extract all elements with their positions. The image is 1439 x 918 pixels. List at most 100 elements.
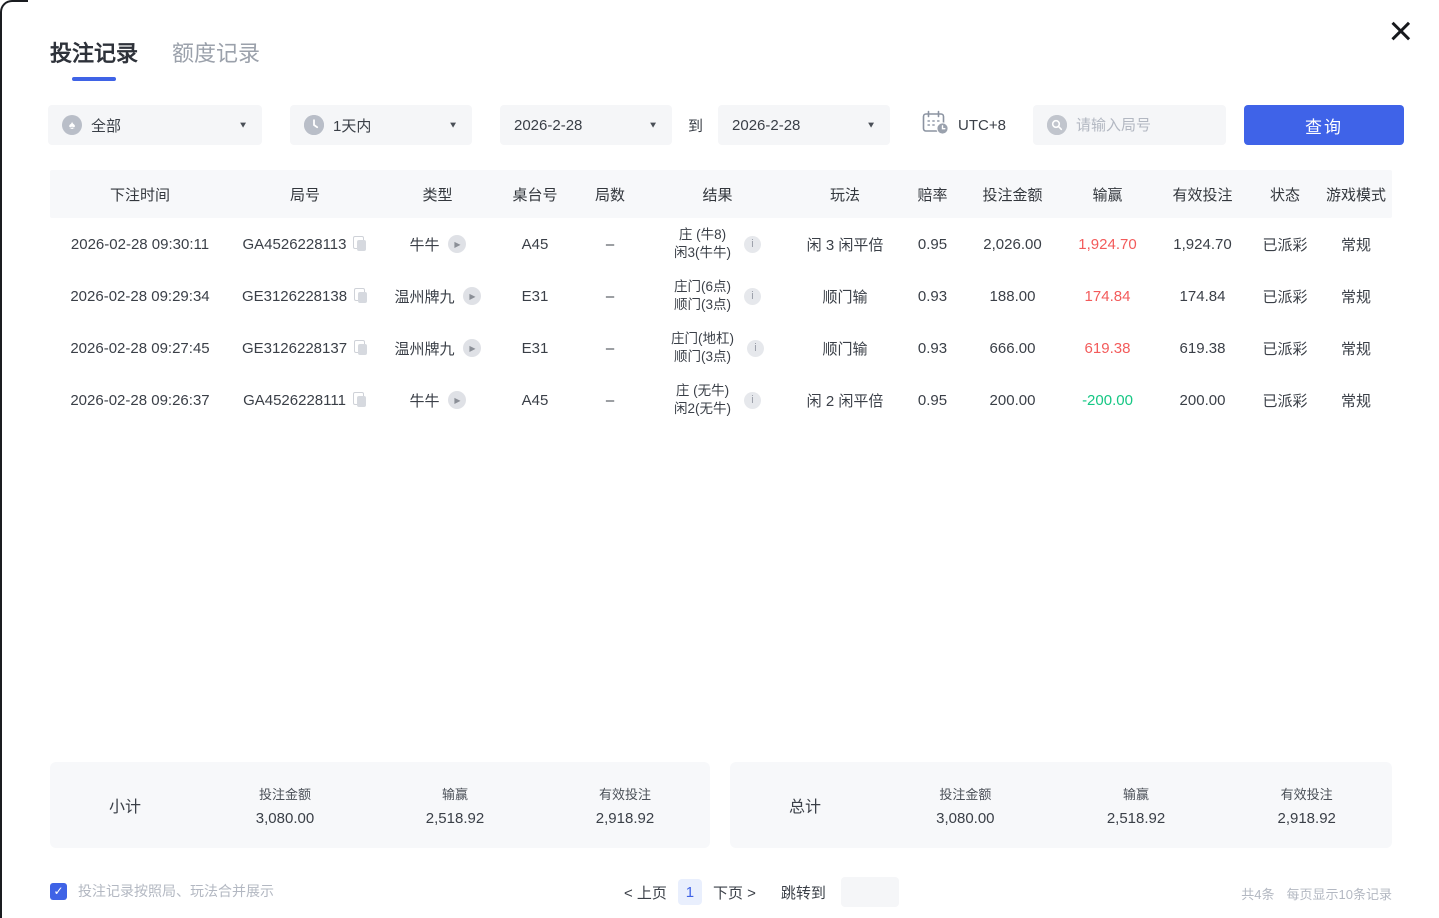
tab-bar: 投注记录 额度记录 xyxy=(50,36,260,81)
cell-game-type: 牛牛 ▶ xyxy=(380,234,495,255)
header-game-type: 类型 xyxy=(380,184,495,205)
cell-play: 顺门输 xyxy=(790,286,900,307)
play-video-icon[interactable]: ▶ xyxy=(463,287,481,305)
cell-bet-time: 2026-02-28 09:30:11 xyxy=(50,236,230,253)
round-search-input[interactable] xyxy=(1076,117,1206,134)
chevron-down-icon: ▼ xyxy=(648,120,658,129)
cell-bet-time: 2026-02-28 09:29:34 xyxy=(50,288,230,305)
game-type-dropdown[interactable]: ♠ 全部 ▼ xyxy=(48,105,262,145)
copy-icon[interactable] xyxy=(353,392,367,408)
filter-bar: ♠ 全部 ▼ 1天内 ▼ 2026-2-28 ▼ 到 2026-2-28 ▼ xyxy=(48,105,1404,145)
cell-round-count: – xyxy=(575,340,645,357)
play-video-icon[interactable]: ▶ xyxy=(448,391,466,409)
copy-icon[interactable] xyxy=(353,236,367,252)
cell-table-no: A45 xyxy=(495,392,575,409)
prev-page-button[interactable]: < 上页 xyxy=(624,882,667,903)
jump-to-input[interactable] xyxy=(841,877,899,907)
total-card: 总计 投注金额 3,080.00 输赢 2,518.92 有效投注 2,918.… xyxy=(730,762,1392,848)
cell-table-no: A45 xyxy=(495,236,575,253)
cell-win-loss: 1,924.70 xyxy=(1060,236,1155,253)
cell-odds: 0.93 xyxy=(900,340,965,357)
cell-valid-bet: 619.38 xyxy=(1155,340,1250,357)
merge-option: ✓ 投注记录按照局、玩法合并展示 xyxy=(50,881,274,901)
copy-icon[interactable] xyxy=(354,340,368,356)
cell-round-id: GE3126228137 xyxy=(230,340,380,357)
cell-status: 已派彩 xyxy=(1250,338,1320,359)
header-table-no: 桌台号 xyxy=(495,184,575,205)
next-page-button[interactable]: 下页 > xyxy=(713,882,756,903)
table-row: 2026-02-28 09:29:34 GE3126228138 温州牌九 ▶ … xyxy=(50,270,1392,322)
bet-records-table: 下注时间 局号 类型 桌台号 局数 结果 玩法 赔率 投注金额 输赢 有效投注 … xyxy=(50,170,1392,426)
calendar-clock-icon xyxy=(922,110,949,140)
subtotal-bet: 投注金额 3,080.00 xyxy=(200,784,370,827)
header-game-mode: 游戏模式 xyxy=(1320,184,1392,205)
info-icon[interactable]: i xyxy=(747,340,764,357)
subtotal-valid: 有效投注 2,918.92 xyxy=(540,784,710,827)
cell-odds: 0.93 xyxy=(900,288,965,305)
subtotal-win: 输赢 2,518.92 xyxy=(370,784,540,827)
cell-win-loss: 174.84 xyxy=(1060,288,1155,305)
spade-icon: ♠ xyxy=(62,115,82,135)
cell-table-no: E31 xyxy=(495,340,575,357)
cell-play: 闲 3 闲平倍 xyxy=(790,234,900,255)
cell-bet-amount: 2,026.00 xyxy=(965,236,1060,253)
cell-bet-amount: 200.00 xyxy=(965,392,1060,409)
time-range-value: 1天内 xyxy=(333,115,371,136)
record-count-info: 共4条 每页显示10条记录 xyxy=(1241,884,1392,903)
cell-bet-amount: 666.00 xyxy=(965,340,1060,357)
query-button[interactable]: 查询 xyxy=(1244,105,1404,145)
info-icon[interactable]: i xyxy=(744,392,761,409)
total-win: 输赢 2,518.92 xyxy=(1051,784,1222,827)
tab-bet-records-label: 投注记录 xyxy=(50,41,138,66)
total-count: 共4条 xyxy=(1241,884,1274,903)
info-icon[interactable]: i xyxy=(744,236,761,253)
cell-status: 已派彩 xyxy=(1250,286,1320,307)
subtotal-card: 小计 投注金额 3,080.00 输赢 2,518.92 有效投注 2,918.… xyxy=(50,762,710,848)
current-page[interactable]: 1 xyxy=(678,879,702,905)
cell-result: 庄门(6点) 顺门(3点) i xyxy=(645,278,790,314)
play-video-icon[interactable]: ▶ xyxy=(463,339,481,357)
copy-icon[interactable] xyxy=(354,288,368,304)
cell-valid-bet: 174.84 xyxy=(1155,288,1250,305)
subtotal-label: 小计 xyxy=(50,793,200,817)
merge-checkbox-label: 投注记录按照局、玩法合并展示 xyxy=(78,881,274,901)
cell-round-id: GA4526228113 xyxy=(230,236,380,253)
table-row: 2026-02-28 09:26:37 GA4526228111 牛牛 ▶ A4… xyxy=(50,374,1392,426)
date-to-picker[interactable]: 2026-2-28 ▼ xyxy=(718,105,890,145)
merge-checkbox[interactable]: ✓ xyxy=(50,883,67,900)
time-range-dropdown[interactable]: 1天内 ▼ xyxy=(290,105,472,145)
header-status: 状态 xyxy=(1250,184,1320,205)
page-size-info: 每页显示10条记录 xyxy=(1287,884,1392,903)
cell-play: 闲 2 闲平倍 xyxy=(790,390,900,411)
total-label: 总计 xyxy=(730,793,880,817)
cell-status: 已派彩 xyxy=(1250,390,1320,411)
pagination: < 上页 1 下页 > 跳转到 xyxy=(624,877,899,907)
cell-bet-time: 2026-02-28 09:27:45 xyxy=(50,340,230,357)
date-from-picker[interactable]: 2026-2-28 ▼ xyxy=(500,105,672,145)
cell-table-no: E31 xyxy=(495,288,575,305)
tab-quota-records-label: 额度记录 xyxy=(172,41,260,66)
cell-game-mode: 常规 xyxy=(1320,390,1392,411)
search-icon xyxy=(1047,115,1067,135)
cell-game-type: 温州牌九 ▶ xyxy=(380,338,495,359)
date-to-value: 2026-2-28 xyxy=(732,117,800,134)
cell-bet-time: 2026-02-28 09:26:37 xyxy=(50,392,230,409)
cell-game-type: 温州牌九 ▶ xyxy=(380,286,495,307)
date-to-label: 到 xyxy=(688,115,703,136)
cell-round-count: – xyxy=(575,392,645,409)
info-icon[interactable]: i xyxy=(744,288,761,305)
table-row: 2026-02-28 09:30:11 GA4526228113 牛牛 ▶ A4… xyxy=(50,218,1392,270)
close-icon[interactable]: × xyxy=(1388,10,1413,52)
cell-round-id: GA4526228111 xyxy=(230,392,380,409)
chevron-down-icon: ▼ xyxy=(238,120,248,129)
tab-bet-records[interactable]: 投注记录 xyxy=(50,36,138,81)
tab-quota-records[interactable]: 额度记录 xyxy=(172,36,260,81)
game-type-value: 全部 xyxy=(91,115,121,136)
header-round-id: 局号 xyxy=(230,184,380,205)
timezone-selector[interactable]: UTC+8 xyxy=(922,110,1006,140)
play-video-icon[interactable]: ▶ xyxy=(448,235,466,253)
table-header-row: 下注时间 局号 类型 桌台号 局数 结果 玩法 赔率 投注金额 输赢 有效投注 … xyxy=(50,170,1392,218)
table-row: 2026-02-28 09:27:45 GE3126228137 温州牌九 ▶ … xyxy=(50,322,1392,374)
round-search-container xyxy=(1033,105,1226,145)
clock-icon xyxy=(304,115,324,135)
